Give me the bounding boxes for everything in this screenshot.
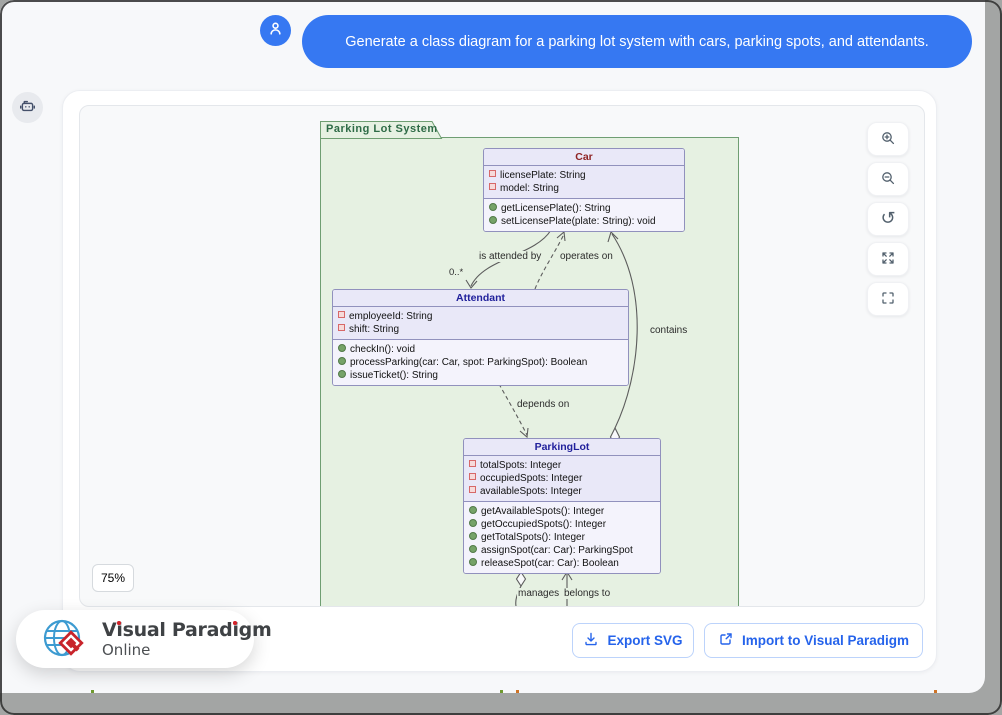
relationship-label-depends-on: depends on xyxy=(516,399,570,410)
public-method-icon xyxy=(469,519,477,527)
edge-speck xyxy=(500,690,503,693)
class-title: ParkingLot xyxy=(464,439,660,456)
edge-speck xyxy=(91,690,94,693)
person-icon xyxy=(267,20,284,42)
private-attribute-icon xyxy=(338,311,345,318)
method-row: setLicensePlate(plate: String): void xyxy=(484,215,684,228)
attributes-section: totalSpots: IntegeroccupiedSpots: Intege… xyxy=(464,456,660,502)
zoom-out-button[interactable] xyxy=(867,162,909,196)
brand-part: isual Parad xyxy=(116,619,232,641)
zoom-in-icon xyxy=(880,130,896,149)
attribute-row: model: String xyxy=(484,182,684,195)
brand-subtitle: Online xyxy=(102,641,150,659)
class-box-attendant[interactable]: AttendantemployeeId: Stringshift: String… xyxy=(332,289,629,386)
method-row: releaseSpot(car: Car): Boolean xyxy=(464,557,660,570)
attribute-row: licensePlate: String xyxy=(484,169,684,182)
edge-depends-on xyxy=(499,384,528,437)
public-method-icon xyxy=(338,344,346,352)
attribute-row: availableSpots: Integer xyxy=(464,485,660,498)
export-svg-label: Export SVG xyxy=(607,633,682,648)
attribute-row: shift: String xyxy=(333,323,628,336)
class-box-car[interactable]: CarlicensePlate: Stringmodel: StringgetL… xyxy=(483,148,685,232)
private-attribute-icon xyxy=(469,486,476,493)
methods-section: checkIn(): voidprocessParking(car: Car, … xyxy=(333,340,628,385)
attribute-row: totalSpots: Integer xyxy=(464,459,660,472)
brand-name: Visual Paradigm xyxy=(102,619,271,641)
robot-icon xyxy=(19,97,36,119)
method-row: getLicensePlate(): String xyxy=(484,202,684,215)
edge-speck xyxy=(934,690,937,693)
public-method-icon xyxy=(338,370,346,378)
multiplicity-label: 0..* xyxy=(449,267,463,278)
method-row: assignSpot(car: Car): ParkingSpot xyxy=(464,544,660,557)
relationship-label-operates-on: operates on xyxy=(559,251,614,262)
public-method-icon xyxy=(489,216,497,224)
user-message-bubble: Generate a class diagram for a parking l… xyxy=(302,15,972,68)
private-attribute-icon xyxy=(338,324,345,331)
reset-view-button[interactable]: ↺ xyxy=(867,202,909,236)
canvas-zoom-controls: ↺ xyxy=(867,122,909,322)
methods-section: getLicensePlate(): StringsetLicensePlate… xyxy=(484,199,684,231)
public-method-icon xyxy=(489,203,497,211)
method-row: issueTicket(): String xyxy=(333,369,628,382)
expand-icon xyxy=(880,250,896,269)
attributes-section: employeeId: Stringshift: String xyxy=(333,307,628,340)
private-attribute-icon xyxy=(489,183,496,190)
public-method-icon xyxy=(469,506,477,514)
visual-paradigm-logo[interactable]: Visual Paradigm Online xyxy=(16,610,254,668)
public-method-icon xyxy=(469,558,477,566)
app-background: Generate a class diagram for a parking l… xyxy=(0,0,985,693)
relationship-label-belongs-to: belongs to xyxy=(563,588,611,599)
reset-view-icon: ↺ xyxy=(880,211,895,227)
private-attribute-icon xyxy=(489,170,496,177)
private-attribute-icon xyxy=(469,473,476,480)
diagram-card: Parking Lot System xyxy=(62,90,937,672)
zoom-in-button[interactable] xyxy=(867,122,909,156)
export-svg-button[interactable]: Export SVG xyxy=(572,623,694,658)
relationship-label-is-attended-by: is attended by xyxy=(478,251,542,262)
relationship-label-contains: contains xyxy=(649,325,688,336)
attribute-row: occupiedSpots: Integer xyxy=(464,472,660,485)
method-row: getOccupiedSpots(): Integer xyxy=(464,518,660,531)
desktop-margin-bottom xyxy=(0,693,1002,715)
method-row: checkIn(): void xyxy=(333,343,628,356)
method-row: processParking(car: Car, spot: ParkingSp… xyxy=(333,356,628,369)
class-title: Car xyxy=(484,149,684,166)
public-method-icon xyxy=(469,545,477,553)
method-row: getAvailableSpots(): Integer xyxy=(464,505,660,518)
fullscreen-button[interactable] xyxy=(867,282,909,316)
screenshot-frame: Generate a class diagram for a parking l… xyxy=(0,0,1002,715)
fullscreen-icon xyxy=(880,290,896,309)
method-row: getTotalSpots(): Integer xyxy=(464,531,660,544)
zoom-out-icon xyxy=(880,170,896,189)
import-to-visual-paradigm-button[interactable]: Import to Visual Paradigm xyxy=(704,623,923,658)
desktop-margin-right xyxy=(985,0,1002,715)
bot-avatar xyxy=(12,92,43,123)
class-box-parkinglot[interactable]: ParkingLottotalSpots: IntegeroccupiedSpo… xyxy=(463,438,661,574)
edge-speck xyxy=(516,690,519,693)
public-method-icon xyxy=(338,357,346,365)
diagram-canvas[interactable]: Parking Lot System xyxy=(79,105,925,607)
zoom-level-badge: 75% xyxy=(92,564,134,592)
class-title: Attendant xyxy=(333,290,628,307)
download-icon xyxy=(583,631,599,650)
attribute-row: employeeId: String xyxy=(333,310,628,323)
public-method-icon xyxy=(469,532,477,540)
attributes-section: licensePlate: Stringmodel: String xyxy=(484,166,684,199)
methods-section: getAvailableSpots(): IntegergetOccupiedS… xyxy=(464,502,660,573)
brand-part: V xyxy=(102,619,116,641)
private-attribute-icon xyxy=(469,460,476,467)
relationship-label-manages: manages xyxy=(517,588,560,599)
visual-paradigm-globe-icon xyxy=(40,617,96,668)
expand-button[interactable] xyxy=(867,242,909,276)
user-avatar xyxy=(260,15,291,46)
brand-part: igm xyxy=(232,619,271,641)
external-link-icon xyxy=(718,631,734,650)
import-label: Import to Visual Paradigm xyxy=(742,633,909,648)
